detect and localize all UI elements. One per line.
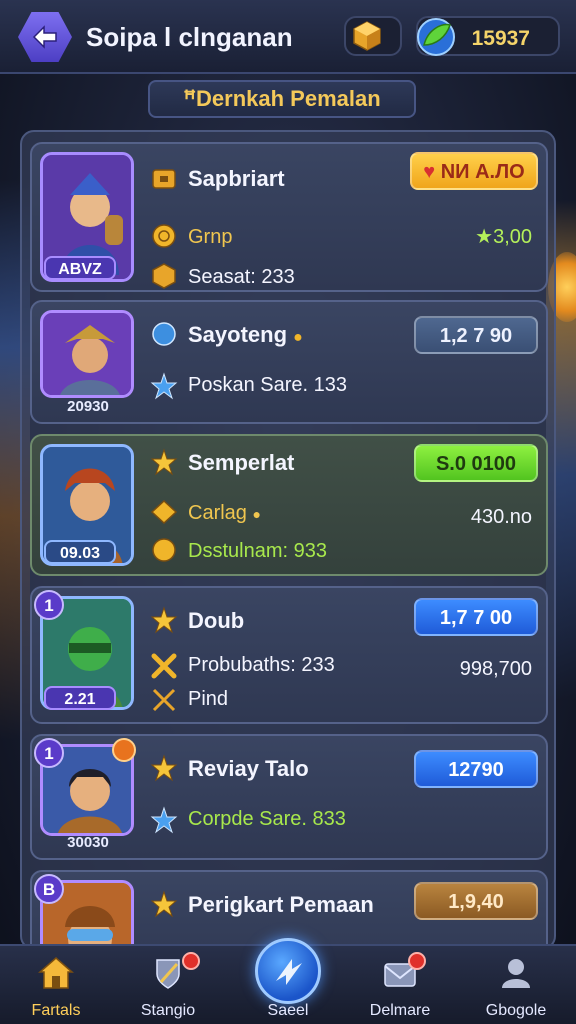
notification-dot-icon — [182, 952, 200, 970]
player-stat: Carlag ● — [188, 502, 261, 524]
blue-star-icon — [150, 806, 178, 834]
bottom-navigation: Fartals Stangio Saeel Delmare Gbogole — [0, 938, 576, 1024]
battle-main-button[interactable] — [255, 938, 321, 1004]
coin-small-icon: ● — [293, 329, 303, 346]
player-name: Semperlat — [188, 450, 295, 475]
list-item[interactable]: 09.03 Semperlat Carlag ● Dsstulnam: 933 … — [30, 434, 548, 576]
portrait-caption: 30030 — [67, 834, 109, 851]
portrait-badge: 2.21 — [44, 686, 116, 710]
level-badge: B — [34, 874, 64, 904]
gold-cross-icon — [151, 653, 177, 679]
nav-item-inventory[interactable]: Stangio — [118, 946, 218, 1024]
top-bar: Soipa l clnganan 15937 — [0, 0, 576, 74]
player-name: Doub — [188, 608, 245, 633]
player-extra: Pind — [188, 688, 229, 710]
nav-label: Delmare — [369, 1002, 431, 1019]
lightning-icon — [276, 959, 302, 985]
like-button[interactable]: ♥ NИ Α.ЛО — [410, 152, 538, 190]
level-badge: 1 — [34, 738, 64, 768]
back-arrow-icon — [32, 25, 57, 49]
gold-cube-icon — [353, 21, 381, 51]
coin-value: 15937 — [471, 27, 530, 50]
list-item[interactable]: 1 30030 Reviay Talo Corpde Sare. 833 127… — [30, 734, 548, 860]
secondary-value: 998,700 — [459, 658, 532, 680]
secondary-value: 430.no — [470, 506, 532, 528]
score-button[interactable]: 12790 — [414, 750, 538, 788]
gold-swords-icon — [152, 688, 176, 712]
player-name: Perigkart Pemaan — [188, 892, 374, 917]
score-button[interactable]: S.0 0100 — [414, 444, 538, 482]
score-button[interactable]: 1,7 7 00 — [414, 598, 538, 636]
nav-item-battle[interactable]: Saeel — [238, 938, 338, 1024]
portrait-caption: 20930 — [67, 398, 109, 415]
portrait-badge: 09.03 — [44, 540, 116, 564]
nav-item-profile[interactable]: Gbogole — [466, 946, 566, 1024]
player-list-panel: ΑΒVZ Sapbriart Grnp Seasat: 233 ♥ NИ Α.Л… — [20, 130, 556, 950]
button-label: NИ Α.ЛО — [440, 161, 525, 183]
gold-star-icon — [150, 448, 178, 476]
chest-icon — [152, 169, 176, 189]
season-score: Seasat: 233 — [188, 266, 295, 288]
season-score: Dsstulnam: 933 — [188, 540, 327, 562]
portrait-badge: ΑΒVZ — [44, 256, 116, 280]
section-title: ꟸDernkah Pemalan — [148, 80, 416, 118]
home-icon — [38, 957, 74, 989]
level-badge: 1 — [34, 590, 64, 620]
back-button[interactable] — [18, 12, 72, 62]
coin-currency[interactable]: 15937 — [416, 16, 560, 56]
leaf-globe-icon — [417, 18, 455, 56]
gold-diamond-icon — [150, 499, 178, 525]
gold-star-icon — [150, 754, 178, 782]
season-score: Poskan Sare. 133 — [188, 374, 347, 396]
player-name: Sayoteng ● — [188, 322, 303, 347]
gem-currency[interactable] — [344, 16, 402, 56]
gold-star-icon — [150, 890, 178, 918]
nav-item-mail[interactable]: Delmare — [350, 946, 450, 1024]
list-item[interactable]: ΑΒVZ Sapbriart Grnp Seasat: 233 ♥ NИ Α.Л… — [30, 142, 548, 292]
nav-label: Saeel — [267, 1002, 309, 1019]
nav-label: Stangio — [140, 1002, 196, 1019]
gold-coin-icon — [152, 538, 176, 562]
score-button[interactable]: 1,9,40 — [414, 882, 538, 920]
player-stat: Grnp — [188, 226, 233, 248]
player-name: Reviay Talo — [188, 756, 309, 781]
nav-label: Fartals — [31, 1002, 81, 1019]
nav-item-home[interactable]: Fartals — [6, 946, 106, 1024]
coin-small-icon: ● — [252, 506, 261, 522]
list-item[interactable]: 20930 Sayoteng ● Poskan Sare. 133 1,2 7 … — [30, 300, 548, 424]
list-item[interactable]: 1 2.21 Doub Probubaths: 233 Pind 1,7 7 0… — [30, 586, 548, 724]
player-name: Sapbriart — [188, 166, 285, 191]
notification-icon — [112, 738, 136, 762]
season-score: Corpde Sare. 833 — [188, 808, 346, 830]
hero-portrait — [40, 310, 134, 398]
notification-dot-icon — [408, 952, 426, 970]
profile-icon — [502, 959, 530, 988]
blue-star-icon — [150, 372, 178, 400]
star-rating: ★3,00 — [475, 226, 532, 248]
page-title: Soipa l clnganan — [86, 22, 293, 52]
adventurer-portrait-icon — [43, 313, 131, 395]
blue-gem-icon — [152, 322, 176, 346]
heart-icon: ♥ — [423, 161, 441, 183]
nav-label: Gbogole — [485, 1002, 547, 1019]
gold-star-icon — [150, 606, 178, 634]
gold-coin-icon — [152, 224, 176, 248]
gold-cube-icon — [152, 263, 176, 289]
score-button[interactable]: 1,2 7 90 — [414, 316, 538, 354]
player-stat: Probubaths: 233 — [188, 654, 335, 676]
